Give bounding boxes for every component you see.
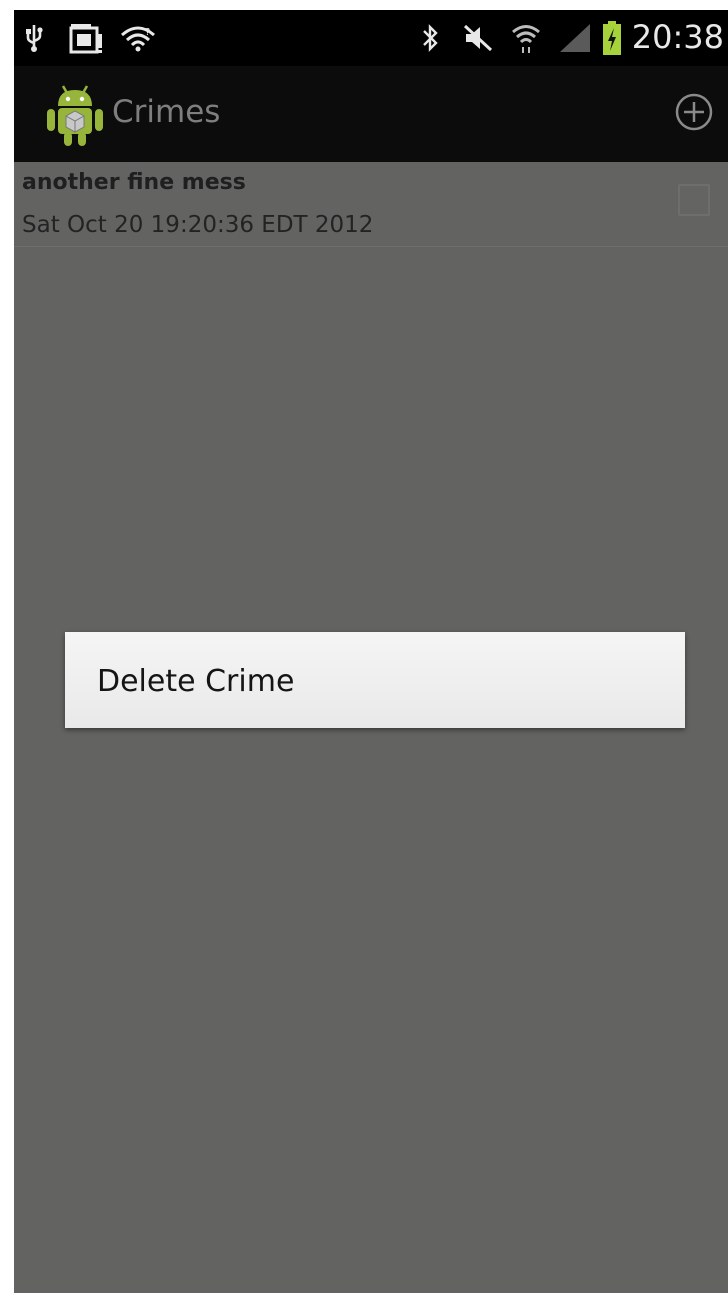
phone-screen: ? 20:38 Crimes another fine mess Sat Oct… [14, 10, 728, 1293]
add-crime-button[interactable] [674, 92, 714, 132]
status-clock: 20:38 [631, 18, 724, 56]
battery-charging-icon [600, 20, 624, 56]
bluetooth-icon [416, 20, 444, 56]
crime-title: another fine mess [22, 170, 246, 195]
wifi-icon [508, 20, 544, 56]
crime-list-item[interactable]: another fine mess Sat Oct 20 19:20:36 ED… [14, 162, 728, 247]
android-app-icon[interactable] [44, 80, 106, 148]
action-bar: Crimes [14, 66, 728, 162]
delete-crime-menu-item[interactable]: Delete Crime [97, 664, 294, 699]
sd-card-icon [66, 20, 106, 56]
context-menu: Delete Crime [65, 632, 685, 728]
mute-icon [460, 20, 496, 56]
app-title: Crimes [112, 94, 221, 130]
plus-circle-icon [675, 93, 713, 131]
crime-date: Sat Oct 20 19:20:36 EDT 2012 [22, 212, 374, 238]
status-bar: ? 20:38 [14, 10, 728, 66]
usb-icon [20, 20, 48, 56]
svg-text:?: ? [145, 27, 150, 38]
wifi-notification-icon: ? [118, 20, 158, 56]
signal-icon [556, 20, 594, 56]
solved-checkbox[interactable] [678, 184, 710, 216]
